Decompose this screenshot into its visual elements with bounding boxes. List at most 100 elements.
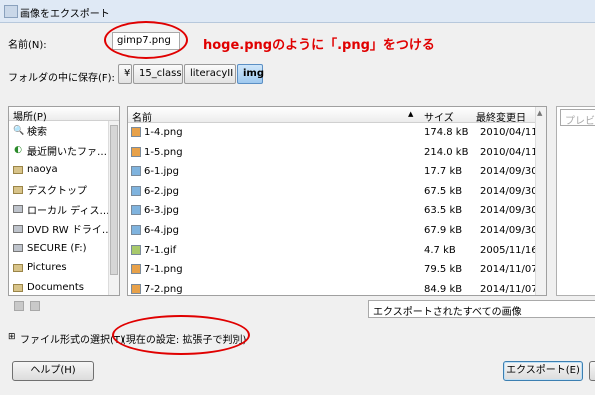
jpg-file-icon <box>131 166 141 177</box>
file-name: 6-2.jpg <box>144 185 179 197</box>
place-item-naoya[interactable]: naoya <box>9 160 119 180</box>
recent-icon: ◐ <box>14 145 22 156</box>
file-name: 1-4.png <box>144 127 183 138</box>
jpg-file-icon <box>131 185 141 196</box>
help-button[interactable]: ヘルプ(H) <box>12 361 94 381</box>
file-date: 2014/11/07 <box>480 264 538 276</box>
file-name: 7-2.png <box>144 283 183 295</box>
file-date: 2010/04/11 <box>480 127 538 138</box>
jpg-file-icon <box>131 205 141 216</box>
file-row[interactable]: 6-2.jpg 67.5 kB 2014/09/30 <box>128 182 546 202</box>
preview-label: プレビュー <box>560 109 595 126</box>
place-item-desktop[interactable]: デスクトップ <box>9 180 119 200</box>
place-label: naoya <box>27 164 58 176</box>
column-size[interactable]: サイズ <box>424 109 454 124</box>
place-label: Pictures <box>27 262 67 274</box>
add-bookmark-icon[interactable] <box>14 301 24 311</box>
place-label: デスクトップ <box>27 186 87 198</box>
file-date: 2010/04/11 <box>480 146 538 158</box>
file-list-header: 名前 サイズ 最終変更日 ▲ <box>128 107 546 124</box>
file-date: 2014/11/07 <box>480 283 538 295</box>
file-rows: 1-4.png 174.8 kB 2010/04/11 1-5.png 214.0 k… <box>128 123 546 295</box>
file-row[interactable]: 7-1.gif 4.7 kB 2005/11/16 <box>128 241 546 261</box>
filetype-label[interactable]: ファイル形式の選択(T) <box>20 331 124 346</box>
places-pane: 場所(P) 🔍 検索 ◐ 最近開いたファ… naoya デスクトップ ローカル … <box>8 106 120 296</box>
highlight-circle <box>104 21 188 59</box>
file-row[interactable]: 6-4.jpg 67.9 kB 2014/09/30 <box>128 221 546 241</box>
file-size: 67.9 kB <box>424 224 463 236</box>
remove-bookmark-icon[interactable] <box>30 301 40 311</box>
file-row[interactable]: 7-2.png 84.9 kB 2014/11/07 <box>128 280 546 295</box>
place-label: ローカル ディス… <box>27 205 110 217</box>
place-item-search[interactable]: 🔍 検索 <box>9 121 119 141</box>
jpg-file-icon <box>131 224 141 235</box>
path-crumb-root[interactable]: ¥ <box>118 64 132 84</box>
name-label: 名前(N): <box>8 40 47 51</box>
file-size: 174.8 kB <box>424 127 469 138</box>
app-icon <box>4 5 18 18</box>
file-row[interactable]: 7-1.png 79.5 kB 2014/11/07 <box>128 260 546 280</box>
png-file-icon <box>131 127 141 137</box>
drive-icon <box>13 244 23 253</box>
place-label: Documents <box>27 282 85 294</box>
file-name: 6-4.jpg <box>144 224 179 236</box>
place-item-documents[interactable]: Documents <box>9 278 119 295</box>
window-title: 画像をエクスポート <box>20 9 110 20</box>
file-row[interactable]: 6-3.jpg 63.5 kB 2014/09/30 <box>128 201 546 221</box>
file-name: 7-1.png <box>144 264 183 276</box>
place-item-local-disk[interactable]: ローカル ディス… <box>9 199 119 219</box>
places-header[interactable]: 場所(P) <box>9 107 119 123</box>
scroll-up-icon[interactable]: ▲ <box>537 109 542 117</box>
preview-panel: プレビュー <box>556 106 595 296</box>
png-file-icon <box>131 264 141 275</box>
drive-icon <box>13 205 23 214</box>
file-date: 2014/09/30 <box>480 185 538 197</box>
folder-icon <box>13 263 23 272</box>
expand-icon[interactable]: ⊞ <box>8 332 16 342</box>
path-crumb-literacyii[interactable]: literacyII <box>184 64 236 84</box>
place-label: 最近開いたファ… <box>27 146 107 158</box>
place-item-dvd-drive[interactable]: DVD RW ドライ… <box>9 219 119 239</box>
place-item-recent[interactable]: ◐ 最近開いたファ… <box>9 141 119 161</box>
sort-arrow-icon: ▲ <box>408 110 414 118</box>
file-filter-select[interactable]: エクスポートされたすべての画像 <box>368 300 595 318</box>
folder-icon <box>13 283 23 292</box>
png-file-icon <box>131 283 141 294</box>
file-date: 2014/09/30 <box>480 166 538 178</box>
file-name: 1-5.png <box>144 146 183 158</box>
file-name: 6-1.jpg <box>144 166 179 178</box>
gif-file-icon <box>131 244 141 255</box>
column-modified[interactable]: 最終変更日 <box>476 109 526 124</box>
folder-label: フォルダの中に保存(F): <box>8 73 115 84</box>
folder-icon <box>13 185 23 194</box>
path-crumb-img[interactable]: img <box>237 64 264 84</box>
place-item-secure[interactable]: SECURE (F:) <box>9 239 119 259</box>
place-label: SECURE (F:) <box>27 242 87 254</box>
search-icon: 🔍 <box>13 125 25 136</box>
folder-icon <box>13 165 23 174</box>
file-row[interactable]: 6-1.jpg 17.7 kB 2014/09/30 <box>128 162 546 182</box>
file-size: 214.0 kB <box>424 146 469 158</box>
place-label: 検索 <box>27 127 47 139</box>
cancel-button-edge[interactable] <box>589 361 595 381</box>
file-name: 6-3.jpg <box>144 205 179 217</box>
png-file-icon <box>131 146 141 157</box>
annotation-text: hoge.pngのように「.png」をつける <box>203 38 435 53</box>
file-size: 79.5 kB <box>424 264 463 276</box>
place-label: DVD RW ドライ… <box>27 225 112 237</box>
file-list-scrollbar[interactable]: ▲ <box>535 107 546 295</box>
scroll-thumb[interactable] <box>110 125 118 275</box>
place-item-pictures[interactable]: Pictures <box>9 258 119 278</box>
file-size: 17.7 kB <box>424 166 463 178</box>
export-button[interactable]: エクスポート(E) <box>503 361 583 381</box>
places-scrollbar[interactable] <box>108 121 119 295</box>
file-date: 2005/11/16 <box>480 244 538 256</box>
file-row[interactable]: 1-4.png 174.8 kB 2010/04/11 <box>128 123 546 143</box>
file-row[interactable]: 1-5.png 214.0 kB 2010/04/11 <box>128 143 546 163</box>
column-name[interactable]: 名前 <box>132 109 152 124</box>
path-crumb-15-class[interactable]: 15_class <box>133 64 183 84</box>
file-size: 84.9 kB <box>424 283 463 295</box>
places-list: 🔍 検索 ◐ 最近開いたファ… naoya デスクトップ ローカル ディス… D… <box>9 121 119 295</box>
drive-icon <box>13 224 23 233</box>
file-list: 名前 サイズ 最終変更日 ▲ 1-4.png 174.8 kB 2010/04/11… <box>127 106 547 296</box>
